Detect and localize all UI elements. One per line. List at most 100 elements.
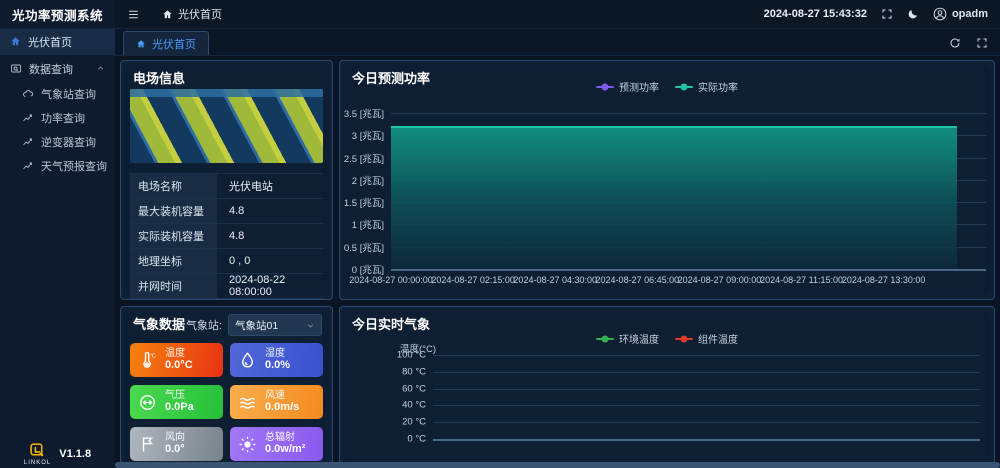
card-value: 0.0Pa — [165, 401, 194, 414]
y-axis-tick: 1.5 [兆瓦] — [344, 195, 384, 209]
wind-vane-icon — [138, 435, 157, 454]
fullscreen-icon[interactable] — [881, 8, 893, 20]
moon-icon[interactable] — [907, 8, 919, 20]
table-row: 地理坐标 0 , 0 — [130, 249, 323, 274]
row-label: 最大装机容量 — [130, 199, 217, 223]
water-drop-icon — [238, 351, 257, 370]
x-axis-tick: 2024-08-27 11:15:00 — [760, 275, 843, 285]
version-label: V1.1.8 — [59, 448, 91, 460]
y-axis-tick: 2 [兆瓦] — [352, 173, 384, 187]
gauge-icon — [138, 393, 157, 412]
weather-card-radiation: 总辐射0.0w/m² — [230, 427, 323, 461]
gridline — [433, 372, 980, 373]
weather-card-temperature: °C 温度0.0°C — [130, 343, 223, 377]
x-axis-tick: 2024-08-27 04:30:00 — [513, 275, 597, 285]
sidebar-item-power-query[interactable]: 功率查询 — [0, 106, 115, 130]
home-icon — [136, 39, 146, 49]
sidebar-item-label: 逆变器查询 — [41, 134, 96, 150]
station-select[interactable]: 气象站01 — [228, 314, 322, 336]
legend-item[interactable]: 环境温度 — [596, 331, 659, 346]
weather-card-pressure: 气压0.0Pa — [130, 385, 223, 419]
sidebar-item-inverter-query[interactable]: 逆变器查询 — [0, 130, 115, 154]
sidebar-group-label: 数据查询 — [29, 61, 73, 77]
gridline — [433, 355, 980, 356]
row-label: 并网时间 — [130, 274, 217, 298]
row-label: 实际装机容量 — [130, 224, 217, 248]
sidebar-item-label: 功率查询 — [41, 110, 85, 126]
app-footer-logo: LINKOL V1.1.8 — [0, 442, 115, 466]
horizontal-scrollbar[interactable] — [115, 462, 1000, 468]
x-axis-tick: 2024-08-27 00:00:00 — [349, 275, 433, 285]
sidebar-item-forecast-query[interactable]: 天气预报查询 — [0, 154, 115, 178]
x-axis-tick: 2024-08-27 02:15:00 — [431, 275, 515, 285]
card-value: 0.0° — [165, 443, 185, 456]
fullscreen-icon[interactable] — [976, 37, 988, 49]
actual-power-area — [391, 126, 957, 269]
refresh-icon[interactable] — [949, 37, 961, 49]
y-axis-tick: 3 [兆瓦] — [352, 128, 384, 142]
sidebar-item-home[interactable]: 光伏首页 — [0, 28, 115, 55]
row-value: 4.8 — [217, 199, 323, 223]
sidebar-item-label: 气象站查询 — [41, 86, 96, 102]
avatar-icon — [933, 7, 947, 21]
table-row: 电场名称 光伏电站 — [130, 173, 323, 199]
card-value: 0.0°C — [165, 359, 193, 372]
x-axis-tick: 2024-08-27 13:30:00 — [842, 275, 926, 285]
y-axis-tick: 0 [兆瓦] — [352, 262, 384, 276]
gridline — [433, 422, 980, 423]
x-axis-tick: 2024-08-27 06:45:00 — [596, 275, 680, 285]
logo-text: LINKOL — [24, 460, 51, 466]
sidebar-item-label: 天气预报查询 — [41, 158, 107, 174]
menu-collapse-icon[interactable] — [127, 8, 140, 21]
sidebar-group-data-query[interactable]: 数据查询 — [0, 55, 115, 82]
panel-title: 电场信息 — [133, 68, 185, 87]
power-forecast-chart-panel: 今日预测功率 预测功率实际功率 3.5 [兆瓦]3 [兆瓦]2.5 [兆瓦]2 … — [339, 60, 995, 300]
panel-title: 气象数据 — [133, 314, 185, 333]
row-label: 电场名称 — [130, 174, 217, 198]
y-axis-tick: 40 °C — [402, 400, 426, 411]
gridline — [433, 389, 980, 390]
username: opadm — [952, 8, 988, 20]
thermometer-icon: °C — [138, 351, 157, 370]
home-icon — [10, 36, 21, 47]
y-axis-tick: 20 °C — [402, 417, 426, 428]
y-axis-tick: 1 [兆瓦] — [352, 217, 384, 231]
row-label: 地理坐标 — [130, 249, 217, 273]
y-axis-tick: 0.5 [兆瓦] — [344, 240, 384, 254]
table-row: 最大装机容量 4.8 — [130, 199, 323, 224]
solar-farm-photo — [130, 89, 323, 163]
legend-item[interactable]: 预测功率 — [596, 79, 659, 94]
gridline — [391, 113, 986, 114]
gridline — [433, 405, 980, 406]
weather-station-icon — [22, 88, 34, 100]
sidebar-item-weather-station-query[interactable]: 气象站查询 — [0, 82, 115, 106]
legend-item[interactable]: 实际功率 — [675, 79, 738, 94]
y-axis-tick: 2.5 [兆瓦] — [344, 151, 384, 165]
tab-label: 光伏首页 — [152, 36, 196, 52]
legend-item[interactable]: 组件温度 — [675, 331, 738, 346]
app-title: 光功率预测系统 — [0, 0, 115, 28]
temp-chart-plot: 100 °C80 °C60 °C40 °C20 °C0 °C — [433, 355, 980, 439]
y-axis-tick: 80 °C — [402, 366, 426, 377]
caret-up-icon — [96, 64, 105, 73]
chart-line-icon — [22, 112, 34, 124]
card-label: 总辐射 — [265, 432, 305, 444]
row-value: 4.8 — [217, 224, 323, 248]
gridline — [391, 269, 986, 271]
user-menu[interactable]: opadm — [933, 7, 988, 21]
field-info-table: 电场名称 光伏电站 最大装机容量 4.8 实际装机容量 4.8 地理坐标 0 ,… — [130, 173, 323, 299]
y-axis-tick: 60 °C — [402, 383, 426, 394]
tab-home[interactable]: 光伏首页 — [123, 31, 209, 55]
row-value: 0 , 0 — [217, 249, 323, 273]
breadcrumb[interactable]: 光伏首页 — [162, 6, 222, 22]
station-selected-value: 气象站01 — [235, 318, 278, 333]
dashboard-content: 电场信息 电场名称 光伏电站 最大装机容量 4.8 实际装机容量 4.8 地理坐… — [115, 55, 1000, 468]
card-value: 0.0w/m² — [265, 443, 305, 456]
svg-text:°C: °C — [150, 353, 156, 359]
monitor-search-icon — [10, 63, 22, 75]
chart-line-icon — [22, 160, 34, 172]
power-chart-plot: 3.5 [兆瓦]3 [兆瓦]2.5 [兆瓦]2 [兆瓦]1.5 [兆瓦]1 [兆… — [391, 113, 986, 269]
linkol-logo-icon — [29, 442, 46, 459]
row-value: 光伏电站 — [217, 174, 323, 198]
home-icon — [162, 9, 173, 20]
